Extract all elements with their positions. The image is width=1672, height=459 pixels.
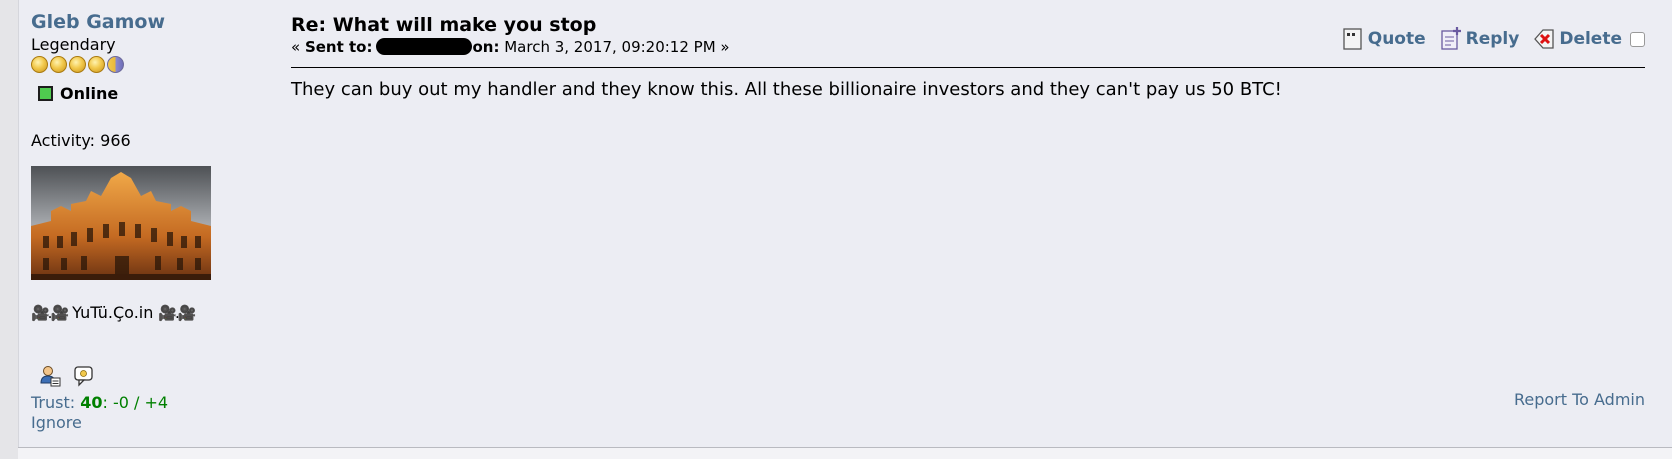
trust-score: 40 [80,393,103,412]
signature-text: YuTü.Ço.in [72,303,154,322]
quote-label: Quote [1367,29,1426,49]
report-to-admin-link[interactable]: Report To Admin [1514,390,1645,409]
star-icon [88,56,105,73]
star-icon [50,56,67,73]
quote-icon [1343,28,1362,50]
divider [291,67,1645,68]
poster-icons [39,365,261,391]
trust-label: Trust: [31,393,81,412]
online-status: Online [38,84,261,103]
online-status-icon [38,86,53,101]
next-post-strip [18,448,1672,459]
message-body: They can buy out my handler and they kno… [291,79,1282,100]
message-date: March 3, 2017, 09:20:12 PM » [499,38,730,56]
redacted-recipient [376,38,473,55]
on-label: on: [472,38,500,56]
delete-icon [1534,29,1554,49]
trust-line: Trust: 40: -0 / +4 [31,393,261,413]
poster-username-link[interactable]: Gleb Gamow [31,10,261,34]
message-area: Re: What will make you stop « Sent to: on… [291,13,1645,443]
avatar [31,166,211,280]
half-star-icon [107,56,124,73]
delete-label: Delete [1559,29,1622,49]
poster-activity: Activity: 966 [31,131,131,150]
star-icon [31,56,48,73]
delete-button[interactable]: Delete [1533,27,1622,51]
reply-icon [1440,27,1461,50]
poster-signature: 🎥.🎥 YuTü.Ço.in 🎥.🎥 [31,303,261,322]
poster-rank: Legendary [31,35,116,54]
quote-button[interactable]: Quote [1342,27,1426,51]
reply-button[interactable]: Reply [1440,27,1520,51]
personal-message-icon[interactable] [73,365,95,391]
reply-label: Reply [1465,29,1520,49]
sent-to-label: Sent to: [304,38,373,56]
view-profile-icon[interactable] [39,365,61,391]
message-actions: Quote Reply Delete [1328,27,1645,51]
star-icon [69,56,86,73]
trust-detail: : -0 / +4 [102,393,169,412]
select-message-checkbox[interactable] [1630,31,1645,47]
ignore-link[interactable]: Ignore [31,413,261,433]
post-container: Gleb Gamow Legendary Online Activity: 96… [18,0,1672,447]
online-status-label: Online [60,84,119,103]
meta-prefix: « [291,38,305,56]
video-camera-icon: 🎥.🎥 [31,303,69,322]
poster-info: Gleb Gamow Legendary Online Activity: 96… [31,10,261,433]
video-camera-icon: 🎥.🎥 [158,303,196,322]
rank-stars [31,56,261,76]
